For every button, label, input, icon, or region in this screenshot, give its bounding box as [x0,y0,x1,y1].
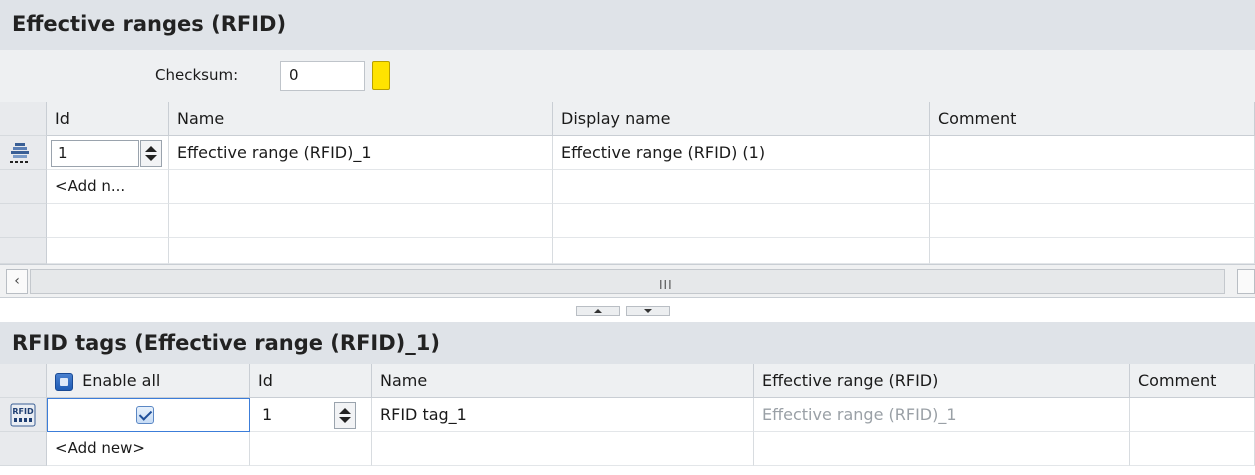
column-header-id[interactable]: Id [250,364,372,398]
empty-cell [553,170,930,204]
empty-cell [1130,432,1255,466]
row-header [0,170,47,204]
comment-cell[interactable] [1130,398,1255,432]
horizontal-scrollbar[interactable]: ‹ III [0,264,1255,298]
column-header-comment[interactable]: Comment [930,102,1255,136]
empty-cell [169,170,553,204]
column-header-id[interactable]: Id [47,102,169,136]
comment-cell[interactable] [930,136,1255,170]
checksum-status-indicator [372,61,390,90]
add-new-cell[interactable]: <Add n... [47,170,169,204]
scrollbar-thumb[interactable]: III [30,269,1225,294]
row-header[interactable]: RFID [0,398,47,432]
empty-row [0,238,1255,264]
row-header-corner [0,364,47,398]
row-header[interactable] [0,136,47,170]
row-header [0,432,47,466]
scroll-left-icon[interactable]: ‹ [6,269,28,294]
id-value[interactable]: 1 [262,405,272,424]
arrow-down-icon [644,309,652,313]
empty-cell [169,238,553,264]
add-row[interactable]: <Add new> [0,432,1255,466]
id-field[interactable]: 1 [51,140,139,167]
id-stepper[interactable] [334,402,356,429]
table-header-row: Id Name Display name Comment [0,102,1255,136]
empty-cell [47,238,169,264]
scrollbar-grip-icon: III [659,278,673,292]
row-header-corner [0,102,47,136]
effective-range-cell[interactable]: Effective range (RFID)_1 [754,398,1130,432]
decrement-icon[interactable] [339,417,351,423]
empty-cell [930,170,1255,204]
table-row[interactable]: RFID 1 RFID tag_1 Effective range (RFID)… [0,398,1255,432]
empty-cell [754,432,1130,466]
collapse-down-button[interactable] [626,306,670,316]
pane-splitter[interactable] [0,298,1255,322]
column-header-display-name[interactable]: Display name [553,102,930,136]
column-header-enable-all[interactable]: Enable all [47,364,250,398]
empty-cell [169,204,553,238]
decrement-icon[interactable] [145,155,157,161]
row-header [0,204,47,238]
table-header-row: Enable all Id Name Effective range (RFID… [0,364,1255,398]
empty-cell [930,204,1255,238]
empty-cell [930,238,1255,264]
empty-cell [553,204,930,238]
rfid-tag-icon: RFID [10,403,36,427]
empty-row [0,204,1255,238]
empty-cell [553,238,930,264]
collapse-up-button[interactable] [576,306,620,316]
scroll-right-icon[interactable] [1237,269,1255,294]
add-new-cell[interactable]: <Add new> [47,432,250,466]
enable-all-checkbox-icon[interactable] [55,372,73,391]
rfid-tags-table: Enable all Id Name Effective range (RFID… [0,364,1255,475]
empty-cell [250,432,372,466]
effective-range-icon [10,143,29,163]
row-header [0,238,47,264]
column-header-effective-range[interactable]: Effective range (RFID) [754,364,1130,398]
enable-cell[interactable] [47,398,250,432]
svg-text:RFID: RFID [12,407,34,416]
arrow-up-icon [594,309,602,313]
name-cell[interactable]: RFID tag_1 [372,398,754,432]
column-header-name[interactable]: Name [372,364,754,398]
increment-icon[interactable] [145,146,157,152]
column-header-comment[interactable]: Comment [1130,364,1255,398]
table-row[interactable]: 1 Effective range (RFID)_1 Effective ran… [0,136,1255,170]
empty-cell [372,432,754,466]
enable-checkbox-icon[interactable] [136,406,154,424]
empty-cell [47,204,169,238]
checksum-toolbar: Checksum: 0 [0,50,1255,102]
name-cell[interactable]: Effective range (RFID)_1 [169,136,553,170]
rfid-tags-section-title: RFID tags (Effective range (RFID)_1) [0,322,1255,364]
checksum-label: Checksum: [155,66,239,84]
effective-ranges-section-title: Effective ranges (RFID) [0,0,1255,50]
display-name-cell[interactable]: Effective range (RFID) (1) [553,136,930,170]
id-stepper[interactable] [140,140,162,167]
checksum-field[interactable]: 0 [280,61,365,91]
enable-all-label: Enable all [82,371,161,390]
column-header-name[interactable]: Name [169,102,553,136]
id-cell[interactable]: 1 [47,136,169,170]
effective-ranges-table: Id Name Display name Comment 1 Effective… [0,102,1255,264]
increment-icon[interactable] [339,408,351,414]
add-row[interactable]: <Add n... [0,170,1255,204]
